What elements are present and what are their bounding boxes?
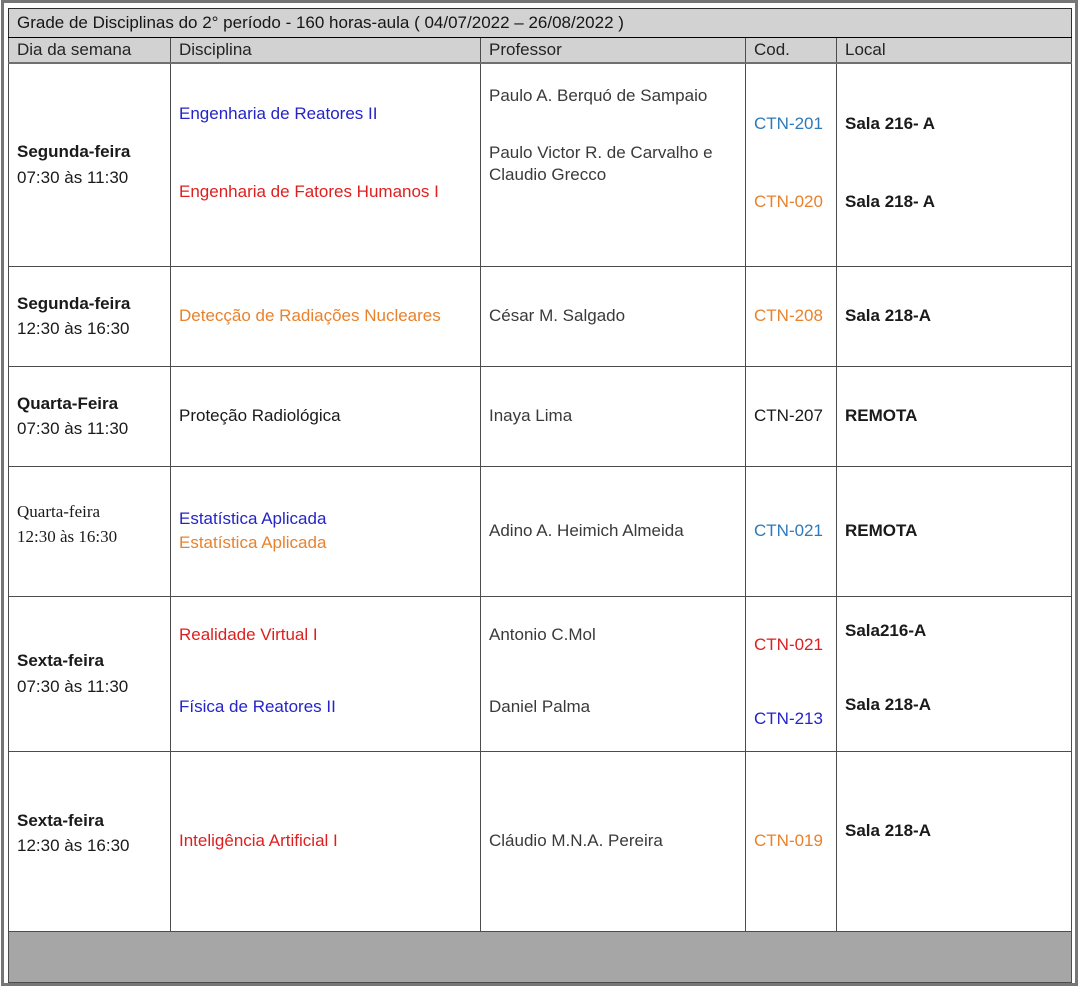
discipline-name: Proteção Radiológica: [179, 406, 472, 426]
column-header-code: Cod.: [746, 38, 837, 64]
schedule-table: Grade de Disciplinas do 2° período - 160…: [8, 8, 1072, 983]
table-row: Quarta-Feira 07:30 às 11:30 Proteção Rad…: [9, 366, 1072, 466]
discipline-name: Detecção de Radiações Nucleares: [179, 306, 472, 326]
professor-name: Antonio C.Mol: [489, 625, 596, 645]
footer-row: [9, 931, 1072, 982]
table-row: Quarta-feira 12:30 às 16:30 Estatística …: [9, 466, 1072, 596]
day-cell: Segunda-feira 12:30 às 16:30: [9, 266, 171, 366]
professor-name: Daniel Palma: [489, 697, 590, 717]
discipline-name: Engenharia de Reatores II: [179, 104, 377, 124]
course-code: CTN-021: [754, 521, 828, 541]
professor-cell: César M. Salgado: [481, 266, 746, 366]
column-header-local: Local: [837, 38, 1072, 64]
day-cell: Segunda-feira 07:30 às 11:30: [9, 63, 171, 266]
discipline-cell: Realidade Virtual I Física de Reatores I…: [171, 596, 481, 751]
professor-name: Cláudio M.N.A. Pereira: [489, 831, 737, 851]
room-location: Sala 218-A: [845, 695, 931, 715]
local-cell: Sala 218-A: [837, 266, 1072, 366]
discipline-cell: Detecção de Radiações Nucleares: [171, 266, 481, 366]
time-range: 07:30 às 11:30: [17, 165, 162, 191]
day-cell: Quarta-Feira 07:30 às 11:30: [9, 366, 171, 466]
course-code: CTN-213: [754, 709, 823, 729]
code-cell: CTN-207: [746, 366, 837, 466]
column-header-professor: Professor: [481, 38, 746, 64]
day-name: Sexta-feira: [17, 648, 162, 674]
column-header-day: Dia da semana: [9, 38, 171, 64]
professor-cell: Cláudio M.N.A. Pereira: [481, 751, 746, 931]
discipline-name: Realidade Virtual I: [179, 625, 318, 645]
day-cell: Sexta-feira 07:30 às 11:30: [9, 596, 171, 751]
room-location: Sala 218-A: [845, 306, 1063, 326]
local-cell: Sala 218-A: [837, 751, 1072, 931]
column-header-discipline: Disciplina: [171, 38, 481, 64]
code-cell: CTN-021: [746, 466, 837, 596]
room-location: Sala 216- A: [845, 114, 935, 134]
room-location: REMOTA: [845, 406, 1063, 426]
professor-cell: Adino A. Heimich Almeida: [481, 466, 746, 596]
professor-name: César M. Salgado: [489, 306, 737, 326]
professor-cell: Antonio C.Mol Daniel Palma: [481, 596, 746, 751]
professor-cell: Inaya Lima: [481, 366, 746, 466]
discipline-cell: Inteligência Artificial I: [171, 751, 481, 931]
day-cell: Sexta-feira 12:30 às 16:30: [9, 751, 171, 931]
course-code: CTN-208: [754, 306, 828, 326]
time-range: 12:30 às 16:30: [17, 833, 162, 859]
discipline-name: Física de Reatores II: [179, 697, 336, 717]
room-location: Sala216-A: [845, 621, 926, 641]
code-cell: CTN-021 CTN-213: [746, 596, 837, 751]
day-name: Sexta-feira: [17, 808, 162, 834]
day-name: Quarta-feira: [17, 499, 162, 525]
professor-name: Paulo Victor R. de Carvalho e Claudio Gr…: [489, 142, 737, 186]
discipline-name: Inteligência Artificial I: [179, 831, 472, 851]
day-name: Segunda-feira: [17, 139, 162, 165]
day-name: Quarta-Feira: [17, 391, 162, 417]
table-row: Sexta-feira 07:30 às 11:30 Realidade Vir…: [9, 596, 1072, 751]
room-location: REMOTA: [845, 521, 1063, 541]
page-title: Grade de Disciplinas do 2° período - 160…: [9, 9, 1072, 38]
table-row: Segunda-feira 07:30 às 11:30 Engenharia …: [9, 63, 1072, 266]
discipline-name: Estatística Aplicada: [179, 532, 326, 554]
course-code: CTN-207: [754, 406, 828, 426]
professor-name: Inaya Lima: [489, 406, 737, 426]
day-cell: Quarta-feira 12:30 às 16:30: [9, 466, 171, 596]
course-code: CTN-019: [754, 831, 828, 851]
local-cell: Sala 216- A Sala 218- A: [837, 63, 1072, 266]
discipline-cell: Engenharia de Reatores II Engenharia de …: [171, 63, 481, 266]
code-cell: CTN-019: [746, 751, 837, 931]
header-row: Dia da semana Disciplina Professor Cod. …: [9, 38, 1072, 64]
time-range: 07:30 às 11:30: [17, 416, 162, 442]
discipline-name: Engenharia de Fatores Humanos I: [179, 182, 439, 202]
professor-name: Paulo A. Berquó de Sampaio: [489, 86, 707, 106]
discipline-name: Estatística Aplicada: [179, 508, 326, 530]
time-range: 12:30 às 16:30: [17, 316, 162, 342]
professor-cell: Paulo A. Berquó de Sampaio Paulo Victor …: [481, 63, 746, 266]
local-cell: REMOTA: [837, 366, 1072, 466]
time-range: 07:30 às 11:30: [17, 674, 162, 700]
time-range: 12:30 às 16:30: [17, 524, 162, 550]
discipline-cell: Estatística Aplicada Estatística Aplicad…: [171, 466, 481, 596]
table-row: Sexta-feira 12:30 às 16:30 Inteligência …: [9, 751, 1072, 931]
table-row: Segunda-feira 12:30 às 16:30 Detecção de…: [9, 266, 1072, 366]
room-location: Sala 218-A: [845, 821, 1063, 841]
room-location: Sala 218- A: [845, 192, 935, 212]
professor-name: Adino A. Heimich Almeida: [489, 521, 737, 541]
day-name: Segunda-feira: [17, 291, 162, 317]
course-code: CTN-020: [754, 192, 823, 212]
local-cell: Sala216-A Sala 218-A: [837, 596, 1072, 751]
discipline-cell: Proteção Radiológica: [171, 366, 481, 466]
footer-bar: [9, 931, 1072, 982]
local-cell: REMOTA: [837, 466, 1072, 596]
course-code: CTN-021: [754, 635, 823, 655]
course-code: CTN-201: [754, 114, 823, 134]
code-cell: CTN-201 CTN-020: [746, 63, 837, 266]
document-frame: Grade de Disciplinas do 2° período - 160…: [1, 0, 1078, 986]
code-cell: CTN-208: [746, 266, 837, 366]
title-row: Grade de Disciplinas do 2° período - 160…: [9, 9, 1072, 38]
